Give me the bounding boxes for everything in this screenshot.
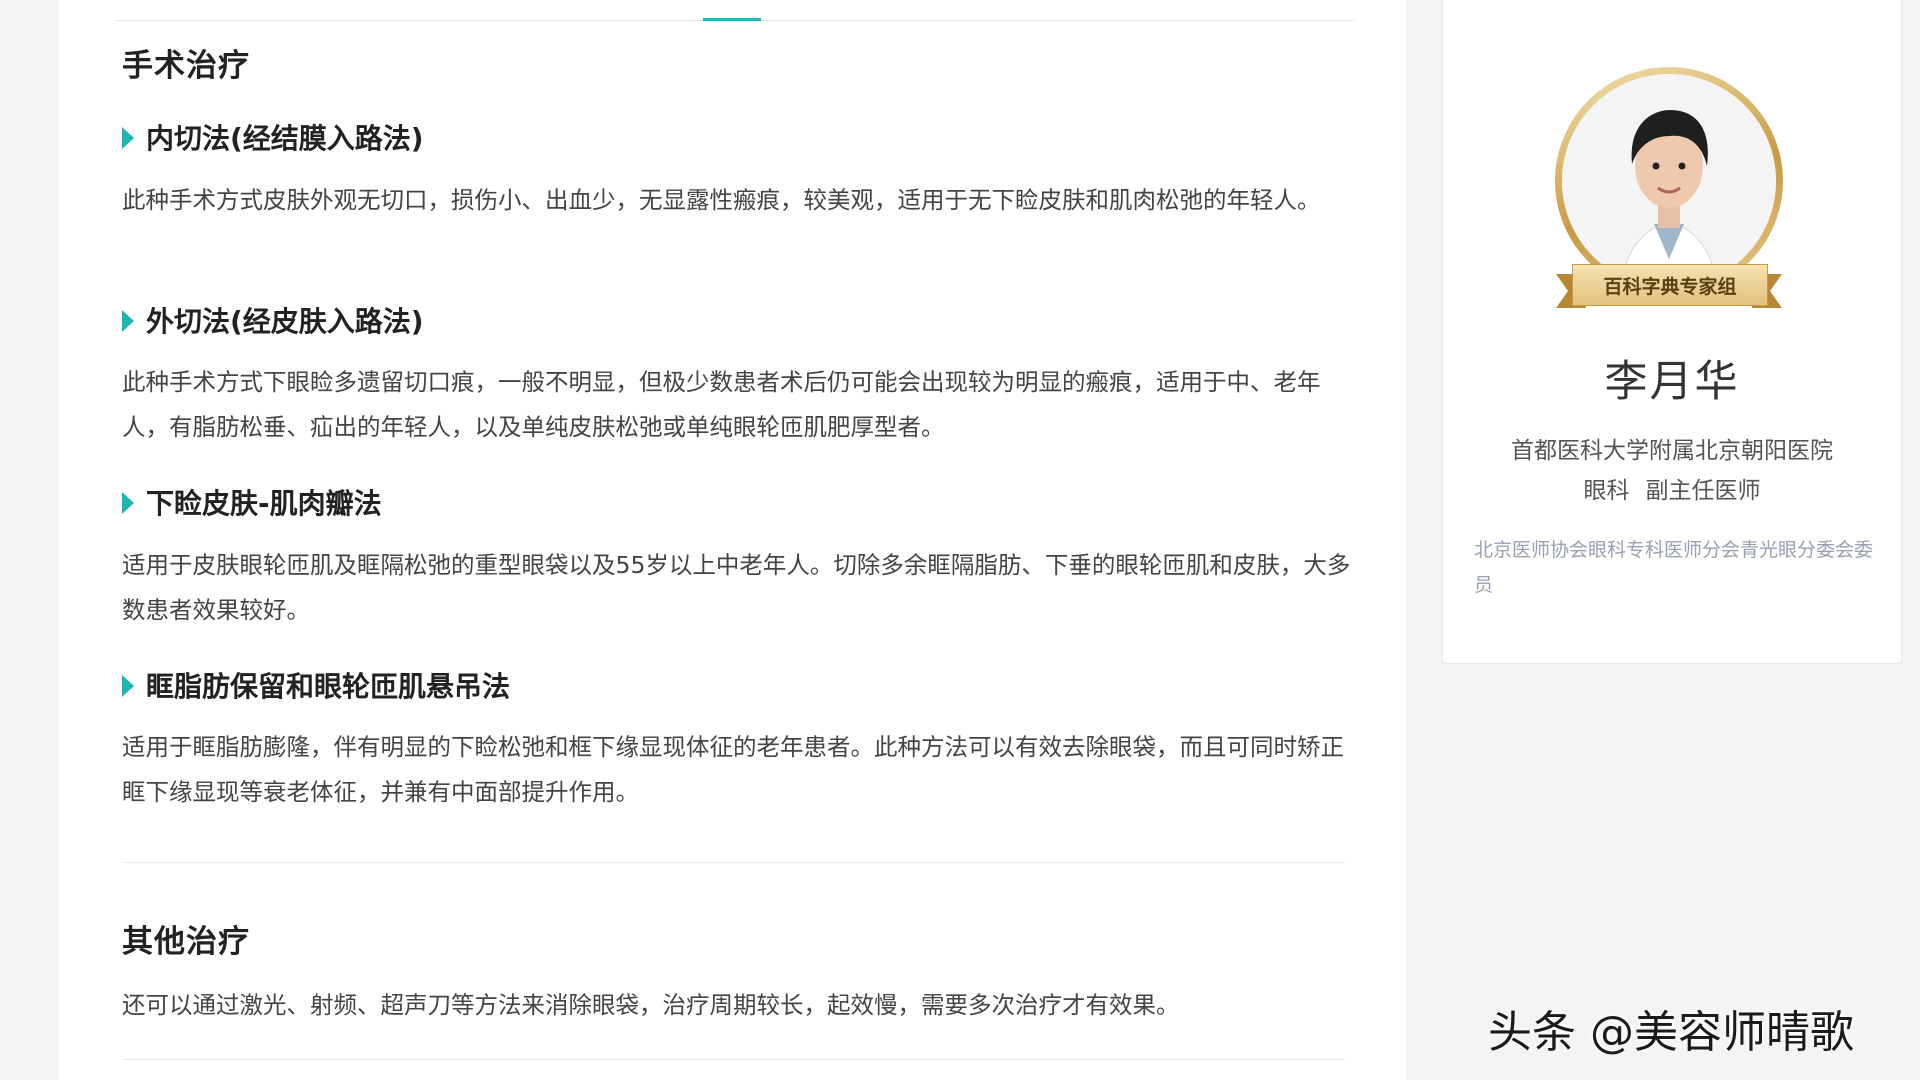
expert-badge: 百科字典专家组 (1556, 264, 1782, 308)
method-title-text: 外切法(经皮肤入路法) (146, 305, 424, 338)
doctor-hospital: 首都医科大学附属北京朝阳医院 (1511, 438, 1833, 464)
method-title-text: 下睑皮肤-肌肉瓣法 (146, 487, 382, 520)
method-description-fat-preservation: 适用于眶脂肪膨隆，伴有明显的下睑松弛和框下缘显现体征的老年患者。此种方法可以有效… (122, 733, 1344, 806)
page: 手术治疗 内切法(经结膜入路法) 此种手术方式皮肤外观无切口，损伤小、出血少，无… (0, 0, 1920, 1080)
portrait-image (1562, 74, 1776, 288)
triangle-bullet-icon (122, 675, 134, 697)
doctor-affiliation: 北京医师协会眼科专科医师分会青光眼分委会委员 (1474, 539, 1874, 596)
method-title-inner-incision: 内切法(经结膜入路法) (122, 117, 424, 157)
section-divider (122, 862, 1345, 863)
expert-avatar[interactable] (1555, 67, 1783, 295)
method-title-fat-preservation: 眶脂肪保留和眼轮匝肌悬吊法 (122, 665, 510, 705)
method-description-skin-muscle-flap: 适用于皮肤眼轮匝肌及眶隔松弛的重型眼袋以及55岁以上中老年人。切除多余眶隔脂肪、… (122, 551, 1351, 624)
triangle-bullet-icon (122, 492, 134, 514)
surgery-section-title: 手术治疗 (122, 48, 250, 84)
method-description-inner-incision: 此种手术方式皮肤外观无切口，损伤小、出血少，无显露性瘢痕，较美观，适用于无下睑皮… (122, 186, 1321, 214)
method-title-text: 内切法(经结膜入路法) (146, 122, 424, 155)
other-section-title: 其他治疗 (122, 924, 250, 960)
method-title-text: 眶脂肪保留和眼轮匝肌悬吊法 (146, 670, 511, 703)
expert-card: 百科字典专家组 李月华 首都医科大学附属北京朝阳医院 眼科 副主任医师 北京医师协… (1442, 0, 1902, 664)
method-title-outer-incision: 外切法(经皮肤入路法) (122, 300, 424, 340)
doctor-position: 副主任医师 (1645, 478, 1761, 504)
method-description-outer-incision: 此种手术方式下眼睑多遗留切口痕，一般不明显，但极少数患者术后仍可能会出现较为明显… (122, 368, 1321, 441)
active-tab-indicator (703, 18, 761, 21)
watermark: 头条 @美容师晴歌 (1488, 1007, 1854, 1058)
doctor-department: 眼科 (1583, 478, 1630, 504)
article-content: 手术治疗 内切法(经结膜入路法) 此种手术方式皮肤外观无切口，损伤小、出血少，无… (59, 0, 1406, 1080)
badge-label: 百科字典专家组 (1572, 264, 1768, 306)
triangle-bullet-icon (122, 310, 134, 332)
method-title-skin-muscle-flap: 下睑皮肤-肌肉瓣法 (122, 482, 382, 522)
doctor-title: 眼科 副主任医师 (1443, 471, 1901, 505)
section-divider (122, 1059, 1345, 1060)
triangle-bullet-icon (122, 127, 134, 149)
card-header-fragment (1473, 0, 1563, 3)
doctor-name[interactable]: 李月华 (1443, 347, 1901, 409)
other-section-description: 还可以通过激光、射频、超声刀等方法来消除眼袋，治疗周期较长，起效慢，需要多次治疗… (122, 991, 1180, 1019)
